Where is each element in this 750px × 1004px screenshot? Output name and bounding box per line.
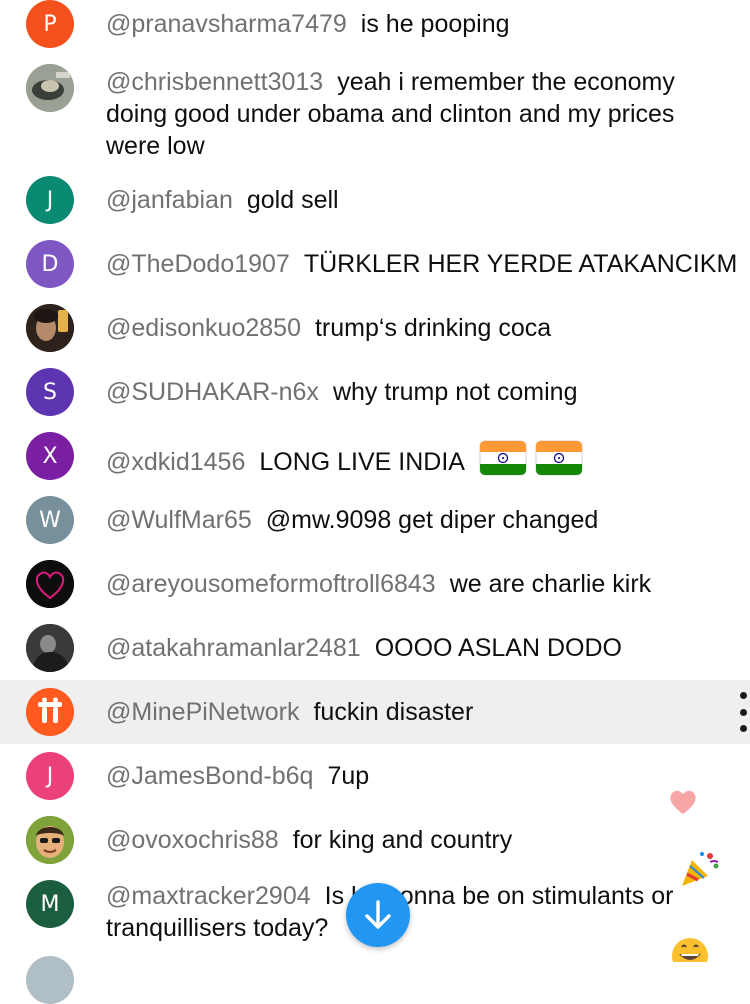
message-text: is he pooping (360, 10, 510, 38)
avatar-letter: S (43, 379, 57, 405)
message-text: 7up (327, 762, 370, 790)
avatar-photo (26, 816, 74, 864)
avatar[interactable] (26, 624, 74, 672)
party-popper-reaction-icon (682, 852, 719, 886)
arrow-down-icon (365, 900, 391, 929)
avatar-photo (26, 624, 74, 672)
message-author[interactable]: @JamesBond-b6q (106, 762, 313, 790)
message-author[interactable]: @xdkid1456 (106, 448, 245, 476)
heart-reaction-icon (670, 790, 696, 814)
message-author[interactable]: @ovoxochris88 (106, 826, 279, 854)
avatar-letter: J (46, 187, 54, 213)
message-author[interactable]: @TheDodo1907 (106, 250, 290, 278)
message-text: @mw.9098 get diper changed (265, 506, 599, 534)
avatar[interactable]: J (26, 752, 74, 800)
message-author[interactable]: @pranavsharma7479 (106, 10, 347, 38)
message-text: trump‘s drinking coca (314, 314, 552, 342)
message-text: gold sell (246, 186, 339, 214)
message-author[interactable]: @chrisbennett3013 (106, 68, 323, 96)
avatar[interactable]: P (26, 0, 74, 48)
avatar[interactable]: S (26, 368, 74, 416)
grinning-face-reaction-icon (672, 938, 708, 962)
live-chat: P @pranavsharma7479 is he pooping @chrisb… (0, 0, 750, 1004)
message-text: for king and country (292, 826, 513, 854)
avatar-photo (26, 560, 74, 608)
avatar[interactable] (26, 816, 74, 864)
message-author[interactable]: @janfabian (106, 186, 233, 214)
message-text: fuckin disaster (313, 698, 474, 726)
avatar-letter: M (40, 891, 60, 917)
avatar[interactable]: J (26, 176, 74, 224)
message-text: LONG LIVE INDIA (259, 448, 464, 476)
avatar[interactable] (26, 64, 74, 112)
avatar-letter: W (39, 507, 61, 533)
india-flag-icon (479, 440, 527, 476)
chat-message-selected[interactable]: @MinePiNetwork fuckin disaster (0, 680, 750, 744)
scroll-to-bottom-button[interactable] (346, 883, 410, 947)
more-vertical-icon[interactable] (738, 692, 748, 732)
message-author[interactable]: @maxtracker2904 (106, 882, 311, 910)
message-author[interactable]: @atakahramanlar2481 (106, 634, 361, 662)
avatar[interactable] (26, 304, 74, 352)
message-author[interactable]: @WulfMar65 (106, 506, 252, 534)
avatar[interactable]: D (26, 240, 74, 288)
message-text: OOOO ASLAN DODO (374, 634, 622, 662)
avatar-letter: X (42, 443, 58, 469)
message-author[interactable]: @areyousomeformoftroll6843 (106, 570, 436, 598)
avatar[interactable] (26, 560, 74, 608)
avatar[interactable]: W (26, 496, 74, 544)
avatar-letter: P (43, 11, 57, 37)
avatar[interactable]: X (26, 432, 74, 480)
message-author[interactable]: @edisonkuo2850 (106, 314, 301, 342)
avatar-letter: D (41, 251, 59, 277)
avatar-photo (26, 304, 74, 352)
india-flag-icon (535, 440, 583, 476)
avatar-photo (26, 64, 74, 112)
message-author[interactable]: @SUDHAKAR-n6x (106, 378, 319, 406)
avatar-letter: J (46, 763, 54, 789)
pi-network-logo-icon[interactable] (26, 688, 74, 736)
message-text: why trump not coming (332, 378, 578, 406)
avatar[interactable]: M (26, 880, 74, 928)
avatar[interactable] (26, 956, 74, 1004)
message-text: we are charlie kirk (449, 570, 652, 598)
message-text: TÜRKLER HER YERDE ATAKANCIKM (303, 250, 738, 278)
message-author[interactable]: @MinePiNetwork (106, 698, 299, 726)
